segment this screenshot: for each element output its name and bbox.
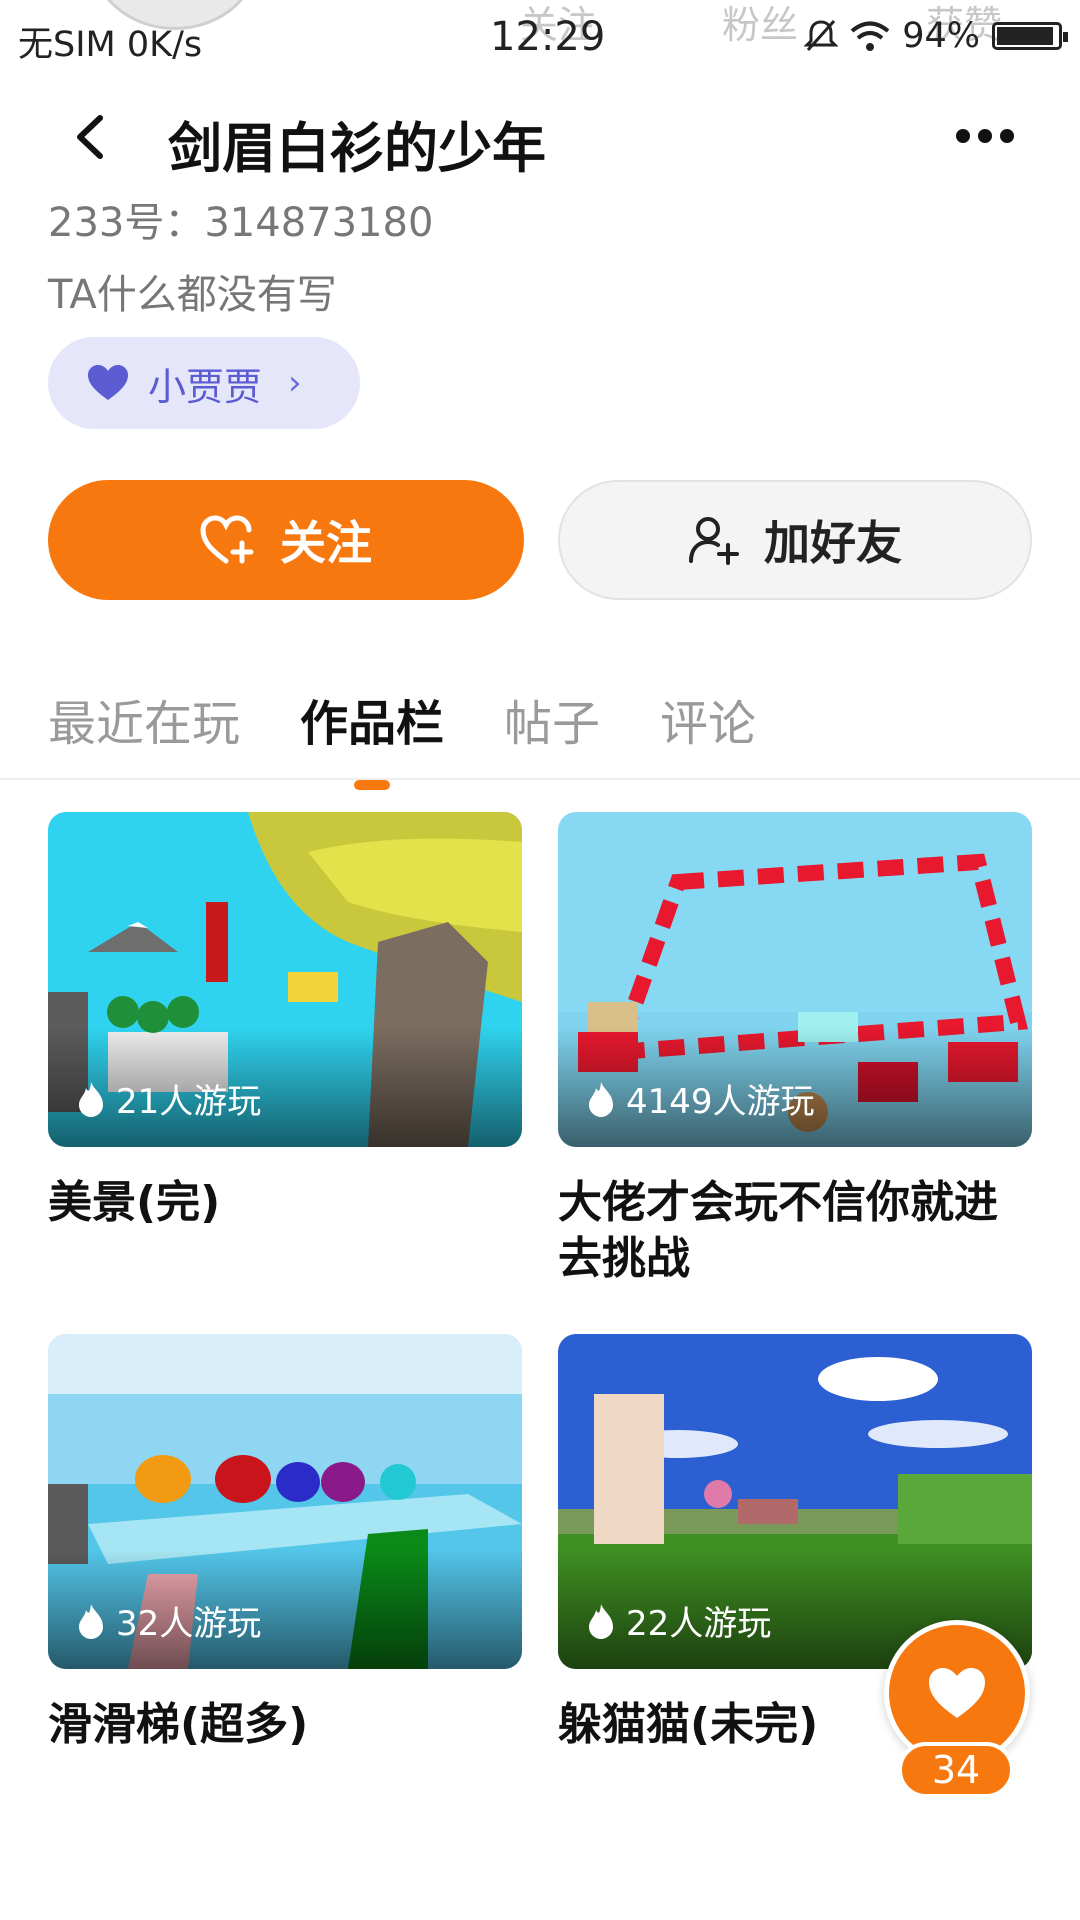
battery-percent: 94%: [902, 16, 980, 56]
play-count-text: 32人游玩: [116, 1604, 262, 1644]
heart-plus-icon: [200, 515, 254, 564]
play-count-text: 21人游玩: [116, 1082, 262, 1122]
add-friend-button[interactable]: 加好友: [558, 480, 1032, 600]
relationship-badge[interactable]: 小贾贾 ›: [48, 337, 360, 429]
heart-icon: [88, 365, 128, 400]
wifi-icon: [850, 21, 890, 51]
work-card[interactable]: 4149人游玩 大佬才会玩不信你就进去挑战: [558, 812, 1032, 1287]
work-thumbnail[interactable]: 32人游玩: [48, 1334, 522, 1669]
battery-icon: [992, 22, 1068, 50]
chevron-right-icon: ›: [288, 363, 302, 403]
person-add-icon: [689, 517, 739, 565]
battery-level: [997, 27, 1054, 45]
tab-works[interactable]: 作品栏: [300, 684, 444, 754]
page-title: 剑眉白衫的少年: [168, 117, 546, 180]
tab-posts[interactable]: 帖子: [504, 684, 600, 754]
follow-label: 关注: [280, 516, 372, 570]
mute-bell-icon: [804, 19, 839, 52]
profile-tabs: 最近在玩 作品栏 帖子 评论: [48, 684, 756, 754]
work-thumbnail[interactable]: 22人游玩: [558, 1334, 1032, 1669]
follow-button[interactable]: 关注: [48, 480, 524, 600]
flame-icon: [79, 1603, 103, 1639]
status-bar: 关注 粉丝 获赞 无SIM 0K/s 12:29 94%: [0, 0, 1080, 80]
play-count: 22人游玩: [586, 1596, 771, 1645]
tab-recent[interactable]: 最近在玩: [48, 684, 240, 754]
work-thumbnail[interactable]: 4149人游玩: [558, 812, 1032, 1147]
work-title[interactable]: 大佬才会玩不信你就进去挑战: [558, 1175, 1032, 1287]
work-title[interactable]: 美景(完): [48, 1175, 522, 1231]
work-card[interactable]: 32人游玩 滑滑梯(超多): [48, 1334, 522, 1753]
play-count: 21人游玩: [76, 1074, 261, 1123]
user-bio: TA什么都没有写: [48, 272, 337, 318]
chevron-left-icon[interactable]: [70, 112, 110, 162]
clock: 12:29: [490, 14, 606, 60]
carrier-text: 无SIM 0K/s: [18, 25, 203, 65]
play-count: 32人游玩: [76, 1596, 261, 1645]
work-title[interactable]: 滑滑梯(超多): [48, 1697, 522, 1753]
play-count-text: 4149人游玩: [626, 1082, 815, 1122]
flame-icon: [79, 1081, 103, 1117]
add-friend-label: 加好友: [764, 516, 902, 570]
heart-icon: [929, 1668, 985, 1718]
like-count-badge: 34: [898, 1742, 1014, 1798]
flame-icon: [589, 1603, 613, 1639]
badge-label: 小贾贾: [148, 364, 263, 409]
user-id: 233号：314873180: [48, 200, 434, 246]
work-card[interactable]: 21人游玩 美景(完): [48, 812, 522, 1231]
more-dots-icon[interactable]: [955, 128, 1015, 144]
play-count: 4149人游玩: [586, 1074, 815, 1123]
ghost-label-fans: 粉丝: [722, 3, 799, 47]
flame-icon: [589, 1081, 613, 1117]
tab-divider: [0, 778, 1080, 780]
tab-comments[interactable]: 评论: [660, 684, 756, 754]
work-thumbnail[interactable]: 21人游玩: [48, 812, 522, 1147]
play-count-text: 22人游玩: [626, 1604, 772, 1644]
